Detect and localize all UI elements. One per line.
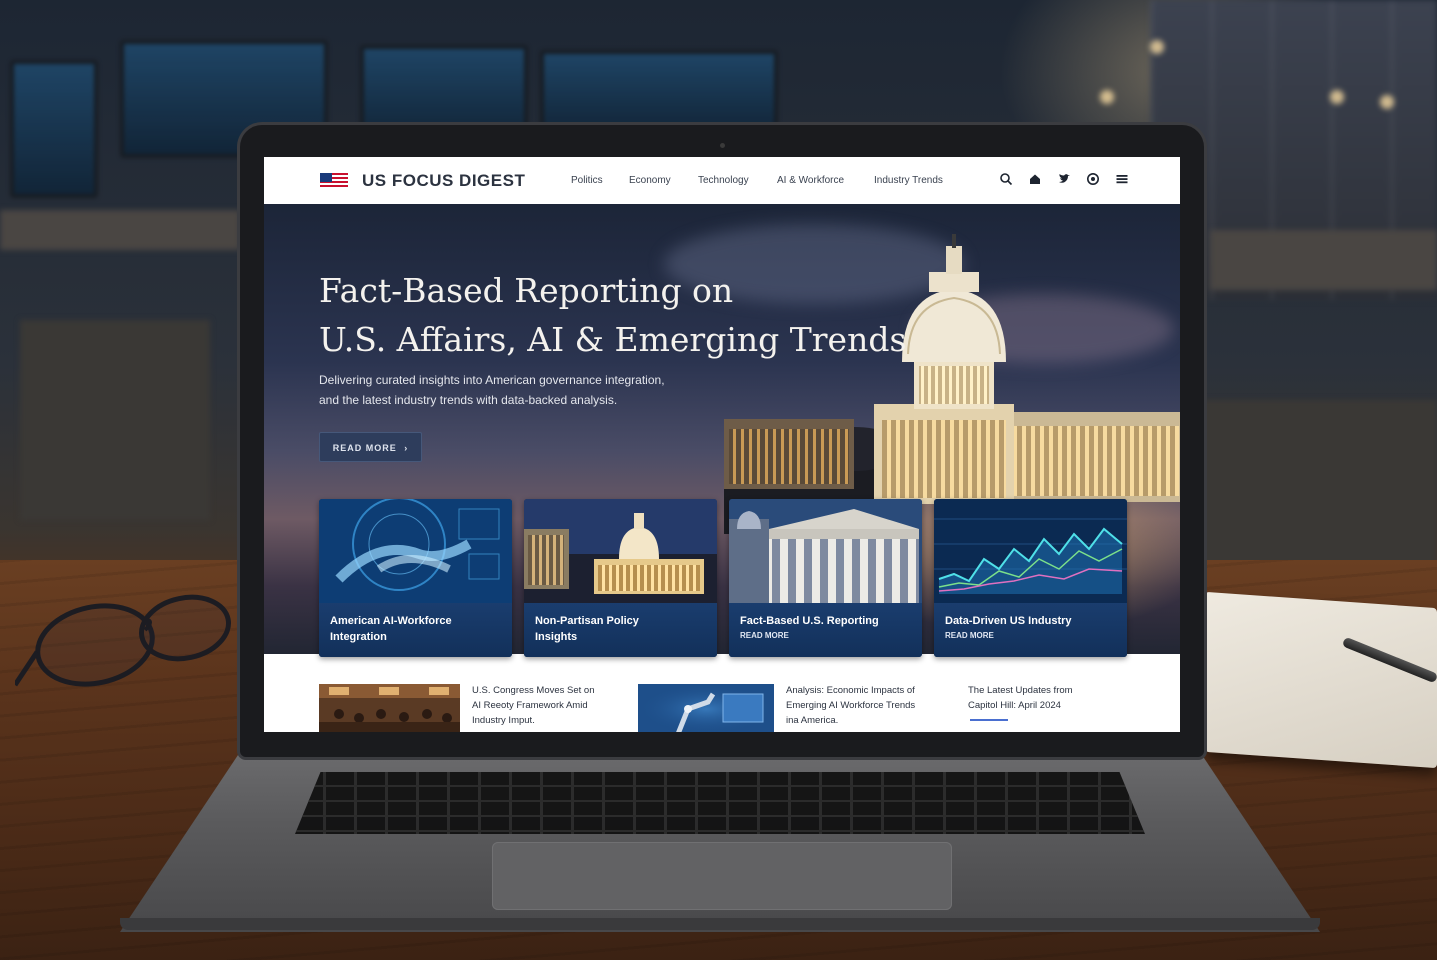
card-industry-data[interactable]: Data-Driven US Industry READ MORE: [934, 499, 1127, 657]
news-line: Analysis: Economic Impacts of: [786, 685, 915, 696]
nav-politics[interactable]: Politics: [571, 175, 603, 186]
hero-subtitle-line1: Delivering curated insights into America…: [319, 373, 665, 387]
trackpad: [492, 842, 952, 910]
search-icon[interactable]: [999, 172, 1013, 186]
notebook: [1205, 591, 1437, 769]
hero-title-line2: U.S. Affairs, AI & Emerging Trends: [319, 320, 907, 359]
background-light: [1100, 90, 1114, 104]
background-light: [1150, 40, 1164, 54]
card-policy-insights[interactable]: Non-Partisan Policy Insights: [524, 499, 717, 657]
menu-icon[interactable]: [1115, 172, 1129, 186]
card-title-line1: Data-Driven US Industry: [945, 615, 1072, 627]
chevron-right-icon: ›: [404, 443, 409, 453]
card-caption: American AI-Workforce Integration: [319, 603, 512, 657]
nav-ai-workforce[interactable]: AI & Workforce: [777, 175, 844, 186]
eyeglasses-icon: [15, 594, 231, 687]
card-title: American AI-Workforce Integration: [330, 613, 505, 645]
news-item-3[interactable]: The Latest Updates from Capitol Hill: Ap…: [968, 683, 1128, 713]
robot-arm-thumbnail[interactable]: [638, 684, 774, 732]
news-underline-link[interactable]: [970, 719, 1008, 721]
nav-economy[interactable]: Economy: [629, 175, 671, 186]
instagram-icon[interactable]: [1086, 172, 1100, 186]
hero-title: Fact-Based Reporting on U.S. Affairs, AI…: [319, 266, 906, 364]
congress-hearing-thumbnail[interactable]: [319, 684, 460, 732]
card-ai-workforce[interactable]: American AI-Workforce Integration: [319, 499, 512, 657]
laptop-screen: US FOCUS DIGEST Politics Economy Technol…: [264, 157, 1180, 732]
handshake-robot-image: [319, 499, 512, 603]
card-title-line1: American AI-Workforce: [330, 615, 452, 627]
news-line: Industry Imput.: [472, 715, 535, 726]
laptop-base-edge: [120, 918, 1320, 930]
hero-subtitle-line2: and the latest industry trends with data…: [319, 393, 618, 407]
card-read-more-link[interactable]: READ MORE: [740, 631, 789, 640]
card-caption: Data-Driven US Industry READ MORE: [934, 603, 1127, 657]
background-monitor: [10, 60, 98, 198]
background-desk: [1210, 230, 1437, 290]
card-title-line1: Non-Partisan Policy: [535, 615, 639, 627]
webcam: [720, 143, 725, 148]
home-icon[interactable]: [1028, 172, 1042, 186]
card-read-more-link[interactable]: READ MORE: [945, 631, 994, 640]
card-caption: Non-Partisan Policy Insights: [524, 603, 717, 657]
news-line: ina America.: [786, 715, 839, 726]
nav-technology[interactable]: Technology: [698, 175, 749, 186]
news-line: Capitol Hill: April 2024: [968, 700, 1061, 711]
background-desk: [1200, 400, 1437, 570]
capitol-dusk-image: [524, 499, 717, 603]
background-desk: [20, 320, 210, 520]
card-title: Data-Driven US Industry: [945, 613, 1120, 629]
news-line: U.S. Congress Moves Set on: [472, 685, 595, 696]
background-desk: [0, 210, 240, 250]
news-item-1[interactable]: U.S. Congress Moves Set on AI Reeoty Fra…: [472, 683, 622, 728]
data-chart-image: [934, 499, 1127, 603]
card-title: Fact-Based U.S. Reporting: [740, 613, 915, 629]
news-line: Emerging AI Workforce Trends: [786, 700, 916, 711]
read-more-label: READ MORE: [332, 443, 397, 453]
news-line: The Latest Updates from: [968, 685, 1073, 696]
background-light: [1380, 95, 1394, 109]
news-item-2[interactable]: Analysis: Economic Impacts of Emerging A…: [786, 683, 956, 728]
keyboard-rows: [295, 772, 1145, 834]
card-title-line2: Integration: [330, 631, 387, 643]
card-title-line2: Insights: [535, 631, 578, 643]
nav-industry-trends[interactable]: Industry Trends: [874, 175, 943, 186]
twitter-icon[interactable]: [1057, 172, 1071, 186]
card-title-line1: Fact-Based U.S. Reporting: [740, 615, 879, 627]
us-flag-icon: [320, 173, 348, 189]
card-title: Non-Partisan Policy Insights: [535, 613, 710, 645]
hero-title-line1: Fact-Based Reporting on: [319, 271, 734, 310]
news-line: AI Reeoty Framework Amid: [472, 700, 588, 711]
card-caption: Fact-Based U.S. Reporting READ MORE: [729, 603, 922, 657]
hero-subtitle: Delivering curated insights into America…: [319, 370, 759, 410]
card-fact-based-reporting[interactable]: Fact-Based U.S. Reporting READ MORE: [729, 499, 922, 657]
site-navbar: US FOCUS DIGEST Politics Economy Technol…: [264, 157, 1180, 205]
site-brand[interactable]: US FOCUS DIGEST: [362, 171, 525, 191]
background-light: [1330, 90, 1344, 104]
courthouse-image: [729, 499, 922, 603]
read-more-button[interactable]: READ MORE ›: [319, 432, 422, 462]
